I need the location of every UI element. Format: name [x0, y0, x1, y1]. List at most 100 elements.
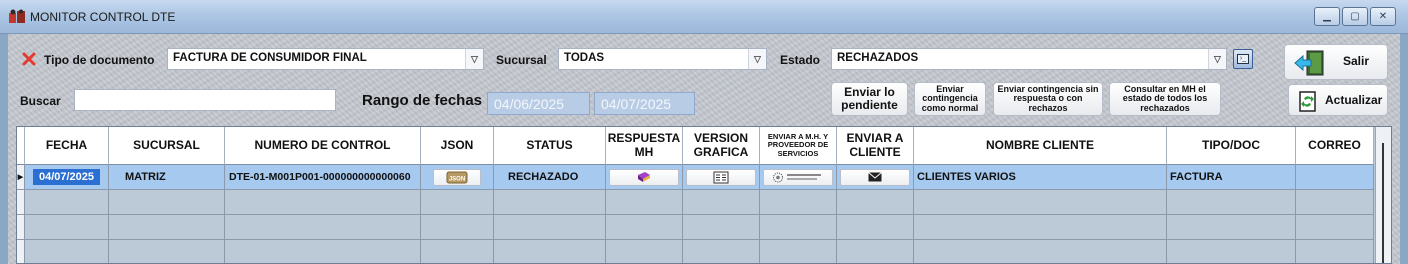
document-list-icon[interactable] [686, 168, 756, 186]
tipo-documento-label: Tipo de documento [44, 53, 155, 67]
empty-cell [1296, 215, 1374, 240]
search-input[interactable] [74, 89, 336, 111]
empty-cell [421, 190, 494, 215]
estado-label: Estado [780, 53, 821, 67]
cell-status[interactable]: RECHAZADO [494, 165, 606, 190]
col-header-respuesta-mh[interactable]: RESPUESTA MH [606, 127, 683, 165]
row-header [17, 215, 25, 240]
empty-cell [837, 215, 914, 240]
consultar-mh-button[interactable]: Consultar en MH el estado de todos los r… [1109, 82, 1221, 116]
empty-cell [1167, 240, 1296, 263]
sucursal-select[interactable]: TODAS ▽ [558, 48, 767, 70]
row-header [17, 240, 25, 263]
empty-cell [421, 240, 494, 263]
col-header-json[interactable]: JSON [421, 127, 494, 165]
svg-text:JSON: JSON [449, 176, 465, 182]
cell-enviar-cliente[interactable] [837, 165, 914, 190]
empty-cell [606, 215, 683, 240]
actualizar-button[interactable]: Actualizar [1288, 84, 1388, 116]
actualizar-label: Actualizar [1325, 93, 1383, 107]
col-header-correo[interactable]: CORREO [1296, 127, 1374, 165]
empty-cell [25, 240, 109, 263]
enviar-contingencia-rechazos-button[interactable]: Enviar contingencia sin respuesta o con … [993, 82, 1103, 116]
close-button[interactable]: ✕ [1370, 7, 1396, 26]
empty-cell [109, 240, 225, 263]
empty-cell [494, 240, 606, 263]
cell-tipo-doc[interactable]: FACTURA [1167, 165, 1296, 190]
col-header-version-grafica[interactable]: VERSION GRAFICA [683, 127, 760, 165]
empty-cell [606, 190, 683, 215]
buscar-label: Buscar [20, 94, 61, 108]
empty-cell [1167, 190, 1296, 215]
sucursal-label: Sucursal [496, 53, 547, 67]
empty-cell [760, 190, 837, 215]
empty-cell [837, 190, 914, 215]
col-header-enviar-cliente[interactable]: ENVIAR A CLIENTE [837, 127, 914, 165]
cell-json[interactable]: JSON [421, 165, 494, 190]
minimize-button[interactable]: ▁ [1314, 7, 1340, 26]
cell-respuesta-mh[interactable] [606, 165, 683, 190]
app-icon [9, 9, 25, 23]
empty-cell [760, 240, 837, 263]
cell-enviar-mh[interactable] [760, 165, 837, 190]
chevron-down-icon[interactable]: ▽ [1208, 49, 1226, 69]
tipo-documento-select[interactable]: FACTURA DE CONSUMIDOR FINAL ▽ [167, 48, 484, 70]
cell-correo[interactable] [1296, 165, 1374, 190]
cell-sucursal[interactable]: MATRIZ [109, 165, 225, 190]
col-header-tipo-doc[interactable]: TIPO/DOC [1167, 127, 1296, 165]
empty-cell [837, 240, 914, 263]
cell-version-grafica[interactable] [683, 165, 760, 190]
book-icon[interactable] [609, 168, 679, 186]
dte-grid[interactable]: FECHA SUCURSAL NUMERO DE CONTROL JSON ST… [16, 126, 1392, 264]
cell-nombre-cliente[interactable]: CLIENTES VARIOS [914, 165, 1167, 190]
col-header-status[interactable]: STATUS [494, 127, 606, 165]
window-title: MONITOR CONTROL DTE [30, 10, 176, 24]
estado-select[interactable]: RECHAZADOS ▽ [831, 48, 1227, 70]
enviar-contingencia-normal-button[interactable]: Enviar contingencia como normal [914, 82, 986, 116]
col-header-sucursal[interactable]: SUCURSAL [109, 127, 225, 165]
empty-cell [109, 190, 225, 215]
terminal-icon[interactable]: ›_ [1233, 49, 1253, 69]
json-file-icon[interactable]: JSON [433, 168, 481, 186]
empty-cell [683, 190, 760, 215]
empty-cell [109, 215, 225, 240]
empty-cell [914, 240, 1167, 263]
empty-cell [1167, 215, 1296, 240]
fecha-desde-field[interactable]: 04/06/2025 [487, 92, 590, 115]
col-header-nombre-cliente[interactable]: NOMBRE CLIENTE [914, 127, 1167, 165]
scrollbar-thumb[interactable] [1382, 143, 1384, 263]
empty-cell [25, 190, 109, 215]
fecha-hasta-field[interactable]: 04/07/2025 [594, 92, 695, 115]
col-header-numero-control[interactable]: NUMERO DE CONTROL [225, 127, 421, 165]
cell-numero-control[interactable]: DTE-01-M001P001-000000000000060 [225, 165, 421, 190]
empty-cell [914, 215, 1167, 240]
maximize-button[interactable]: ▢ [1342, 7, 1368, 26]
empty-cell [225, 240, 421, 263]
enviar-pendiente-button[interactable]: Enviar lo pendiente [831, 82, 908, 116]
empty-cell [421, 215, 494, 240]
empty-cell [494, 215, 606, 240]
empty-cell [494, 190, 606, 215]
empty-cell [606, 240, 683, 263]
chevron-down-icon[interactable]: ▽ [748, 49, 766, 69]
ministerio-hacienda-logo[interactable] [763, 168, 833, 186]
empty-cell [1296, 240, 1374, 263]
refresh-document-icon [1299, 91, 1316, 112]
col-header-enviar-mh[interactable]: ENVIAR A M.H. Y PROVEEDOR DE SERVICIOS [760, 127, 837, 165]
row-header-corner [17, 127, 25, 165]
vertical-scrollbar[interactable] [1375, 127, 1391, 263]
row-header [17, 190, 25, 215]
empty-cell [25, 215, 109, 240]
chevron-down-icon[interactable]: ▽ [465, 49, 483, 69]
salir-button[interactable]: Salir [1284, 44, 1388, 80]
col-header-fecha[interactable]: FECHA [25, 127, 109, 165]
cell-fecha[interactable]: 04/07/2025 [25, 165, 109, 190]
rango-fechas-label: Rango de fechas [362, 92, 483, 109]
clear-filter-icon[interactable] [22, 52, 36, 66]
empty-cell [760, 215, 837, 240]
empty-cell [683, 240, 760, 263]
salir-label: Salir [1343, 54, 1370, 68]
envelope-icon[interactable] [840, 168, 910, 186]
empty-cell [225, 190, 421, 215]
row-pointer-icon: ▶ [17, 165, 25, 190]
